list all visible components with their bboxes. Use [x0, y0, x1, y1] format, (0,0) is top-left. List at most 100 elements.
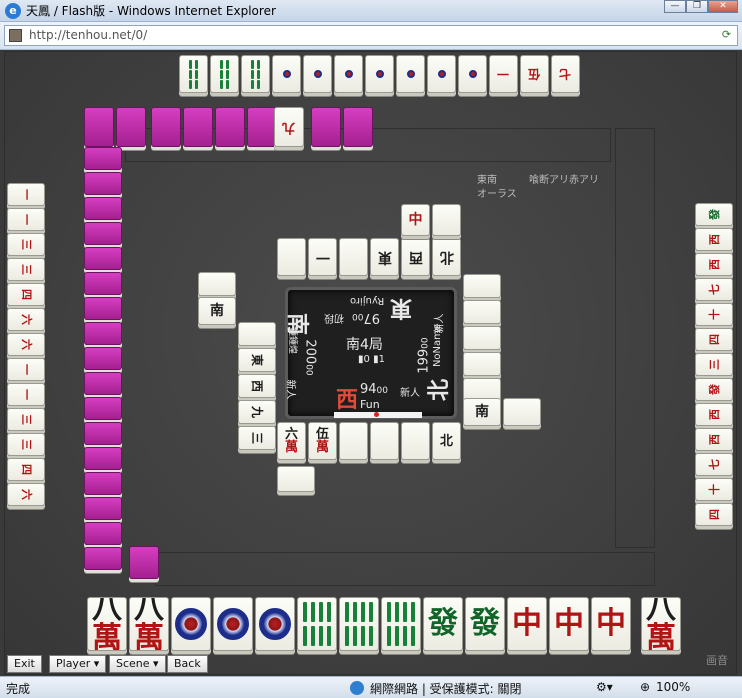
right-hand-tile: 西 [695, 253, 733, 276]
tile-face: 八萬 [134, 598, 164, 651]
left-hand-tile: 六 [7, 333, 45, 356]
tile-suit: 萬 [92, 621, 122, 651]
scene-menu-button[interactable]: Scene ▾ [109, 655, 166, 673]
right-hand-tile: 四 [695, 503, 733, 526]
tile-face: 發 [707, 384, 721, 395]
tile-suit: 萬 [134, 621, 164, 651]
status-done: 完成 [6, 682, 31, 696]
right-seat-wind: 北 [426, 378, 453, 402]
hand-tile-8-sou[interactable] [381, 597, 421, 651]
left-discard-tile: 東 [238, 348, 276, 372]
top-meld-tile [334, 55, 363, 93]
hand-tile-8-sou[interactable] [339, 597, 379, 651]
tile-face [468, 70, 477, 78]
right-hand-tile: 發 [695, 378, 733, 401]
rules-label: 東南 [477, 175, 497, 186]
right-discard-tile [463, 326, 501, 350]
zoom-icon[interactable]: ⊕ [640, 680, 650, 694]
tile-face: 一 [19, 189, 33, 200]
hand-tile-1-pin[interactable] [171, 597, 211, 651]
right-hand-tile: 西 [695, 228, 733, 251]
exit-button[interactable]: Exit [7, 655, 42, 673]
hand-tile-hatsu[interactable]: 發 [423, 597, 463, 651]
status-bar: 完成 網際網路 | 受保護模式: 關閉 ⚙▾ ⊕ 100% [0, 676, 742, 698]
title-bar: e 天鳳 / Flash版 - Windows Internet Explore… [0, 0, 742, 22]
hand-tile-chun[interactable]: 中 [549, 597, 589, 651]
tile-face: 三 [19, 239, 33, 250]
hand-tile-8-man[interactable]: 八萬 [87, 597, 127, 651]
right-hand-tile: 四 [695, 328, 733, 351]
compatibility-icon[interactable]: ⟳ [719, 28, 734, 43]
bottom-discard-tile: 六萬 [277, 422, 306, 460]
right-discard-tile [463, 352, 501, 376]
tile-face: 八萬 [92, 598, 122, 651]
tile-suit: 萬 [284, 440, 298, 455]
bottom-wall-guide [155, 552, 655, 586]
tile-face: 一 [19, 364, 33, 375]
hand-tile-chun[interactable]: 中 [507, 597, 547, 651]
zoom-level[interactable]: 100% [656, 680, 690, 694]
top-meld-tile [272, 55, 301, 93]
tile-face: 十 [707, 484, 721, 495]
tile-face [250, 59, 261, 89]
tile-face: 南 [210, 303, 224, 319]
right-hand-tile: 發 [695, 203, 733, 226]
tile-face: 四 [19, 289, 33, 300]
hand-tile-hatsu[interactable]: 發 [465, 597, 505, 651]
sound-toggle[interactable]: 画音 [706, 652, 728, 668]
bamboo-sticks-icon [302, 602, 332, 646]
tile-face: 六萬 [285, 428, 298, 454]
top-discard-tile [339, 238, 368, 276]
hand-tile-1-pin[interactable] [213, 597, 253, 651]
tile-back [116, 107, 146, 147]
player-menu-button[interactable]: Player ▾ [49, 655, 107, 673]
minimize-button[interactable]: — [664, 0, 686, 13]
right-discard-tile [463, 300, 501, 324]
right-score-tail: 00 [420, 337, 431, 349]
left-hand-tile: 一 [7, 208, 45, 231]
back-button[interactable]: Back [167, 655, 208, 673]
bamboo-sticks-icon [386, 602, 416, 646]
tile-back [151, 107, 181, 147]
bottom-seat-wind: 西 [336, 387, 359, 413]
tile-face: 八萬 [646, 598, 676, 650]
right-score-main: 199 [416, 348, 432, 374]
tile-face: 三 [19, 439, 33, 450]
address-field[interactable]: http://tenhou.net/0/ ⟳ [4, 25, 738, 46]
bottom-discard-tile: 北 [432, 422, 461, 460]
drawn-tile[interactable]: 八萬 [641, 597, 681, 651]
tile-back [84, 197, 122, 220]
hand-tile-1-pin[interactable] [255, 597, 295, 651]
tile-face [406, 70, 415, 78]
right-hand-tile: 七 [695, 278, 733, 301]
top-rank: 初段 [324, 312, 344, 323]
tile-face: 九 [282, 119, 296, 135]
tile-character: 發 [428, 606, 458, 641]
top-meld-tile [396, 55, 425, 93]
top-meld-tile: 伍 [520, 55, 549, 93]
tile-face [375, 70, 384, 78]
top-discard-tile: 一 [308, 238, 337, 276]
left-score: 20000 [303, 339, 318, 375]
hand-tile-8-man[interactable]: 八萬 [129, 597, 169, 651]
top-meld-tile: 一 [489, 55, 518, 93]
hand-tile-chun[interactable]: 中 [591, 597, 631, 651]
tile-face: 中 [554, 609, 584, 639]
right-hand-tile: 十 [695, 303, 733, 326]
tile-face: 三 [19, 414, 33, 425]
top-meld-tile: 七 [551, 55, 580, 93]
maximize-button[interactable]: ❐ [686, 0, 708, 13]
tile-face: 七 [707, 284, 721, 295]
hand-tile-8-sou[interactable] [297, 597, 337, 651]
tile-face: 三 [249, 431, 264, 445]
tile-face: 西 [249, 379, 264, 393]
right-wall-guide [615, 128, 655, 548]
top-score-main: 97 [363, 310, 380, 325]
tile-back [84, 447, 122, 470]
close-button[interactable]: ✕ [708, 0, 738, 13]
right-hand-tile: 西 [695, 428, 733, 451]
tile-face: 三 [707, 359, 721, 370]
tile-face: 四 [707, 509, 721, 520]
security-icon[interactable]: ⚙▾ [596, 680, 613, 694]
right-hand-tile: 十 [695, 478, 733, 501]
